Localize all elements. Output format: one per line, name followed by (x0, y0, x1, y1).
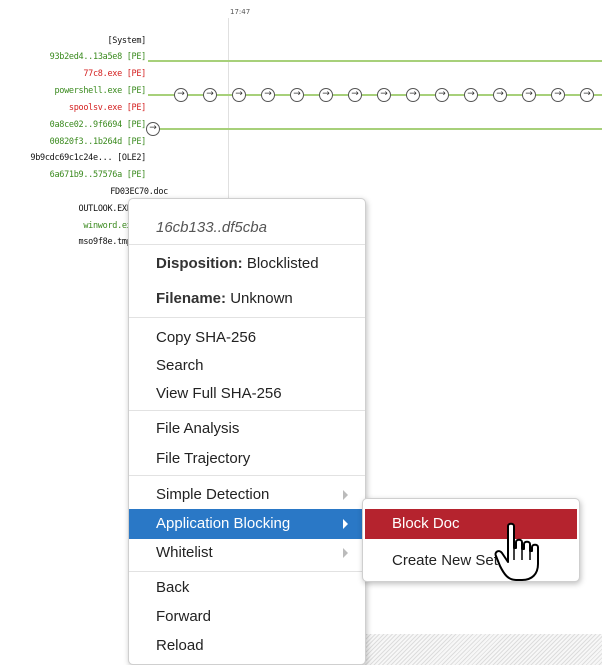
forward-menu-item[interactable]: Forward (129, 602, 365, 632)
event-node-icon[interactable]: → (174, 88, 188, 102)
reload-menu-item[interactable]: Reload (129, 631, 365, 661)
application-blocking-menu-item[interactable]: Application Blocking (129, 509, 365, 539)
submenu-arrow-icon (343, 519, 348, 529)
menu-separator (129, 571, 365, 572)
hand-cursor-icon (494, 522, 539, 581)
event-node-icon[interactable]: → (203, 88, 217, 102)
menu-separator (129, 317, 365, 318)
event-node-icon[interactable]: → (232, 88, 246, 102)
event-node-icon[interactable]: → (406, 88, 420, 102)
timeline-label[interactable]: [System] (107, 36, 146, 46)
context-menu: 16cb133..df5cba Disposition: Blocklisted… (128, 198, 366, 665)
timeline-label[interactable]: FD03EC70.doc (110, 187, 168, 197)
menu-header-sha: 16cb133..df5cba (156, 219, 267, 236)
timeline-track (148, 128, 602, 130)
whitelist-menu-item[interactable]: Whitelist (129, 538, 365, 568)
submenu-arrow-icon (343, 548, 348, 558)
view-full-sha-menu-item[interactable]: View Full SHA-256 (129, 379, 365, 409)
event-node-icon[interactable]: → (261, 88, 275, 102)
timeline-label[interactable]: 0a8ce02..9f6694 [PE] (50, 120, 147, 130)
event-node-icon[interactable]: → (493, 88, 507, 102)
timeline-label[interactable]: 93b2ed4..13a5e8 [PE] (50, 52, 147, 62)
event-node-icon[interactable]: → (464, 88, 478, 102)
event-node-icon[interactable]: → (319, 88, 333, 102)
timeline-scroll-area (362, 634, 602, 665)
timeline-label[interactable]: 00820f3..1b264d [PE] (50, 137, 147, 147)
timeline-label[interactable]: 9b9cdc69c1c24e... [OLE2] (30, 153, 146, 163)
filename-label: Filename: (156, 290, 227, 307)
filename-row: Filename: Unknown (129, 284, 365, 314)
event-node-icon[interactable]: → (580, 88, 594, 102)
filename-value: Unknown (230, 290, 293, 307)
copy-sha-menu-item[interactable]: Copy SHA-256 (129, 323, 365, 353)
timeline-track (148, 60, 602, 62)
search-menu-item[interactable]: Search (129, 351, 365, 381)
simple-detection-menu-item[interactable]: Simple Detection (129, 480, 365, 510)
timeline-label[interactable]: spoolsv.exe [PE] (69, 103, 146, 113)
menu-separator (129, 244, 365, 245)
timeline-label[interactable]: powershell.exe [PE] (54, 86, 146, 96)
event-node-icon[interactable]: → (348, 88, 362, 102)
disposition-row: Disposition: Blocklisted (129, 249, 365, 279)
event-node-icon[interactable]: → (146, 122, 160, 136)
menu-separator (129, 410, 365, 411)
back-menu-item[interactable]: Back (129, 573, 365, 603)
submenu-arrow-icon (343, 490, 348, 500)
event-node-icon[interactable]: → (551, 88, 565, 102)
event-node-icon[interactable]: → (290, 88, 304, 102)
menu-separator (129, 475, 365, 476)
timeline-label[interactable]: 6a671b9..57576a [PE] (50, 170, 147, 180)
file-analysis-menu-item[interactable]: File Analysis (129, 414, 365, 444)
event-node-icon[interactable]: → (435, 88, 449, 102)
event-node-icon[interactable]: → (522, 88, 536, 102)
file-trajectory-menu-item[interactable]: File Trajectory (129, 444, 365, 474)
disposition-label: Disposition: (156, 255, 243, 272)
disposition-value: Blocklisted (246, 255, 319, 272)
event-node-icon[interactable]: → (377, 88, 391, 102)
timeline-label[interactable]: 77c8.exe [PE] (83, 69, 146, 79)
time-marker-label: 17:47 (230, 8, 251, 16)
